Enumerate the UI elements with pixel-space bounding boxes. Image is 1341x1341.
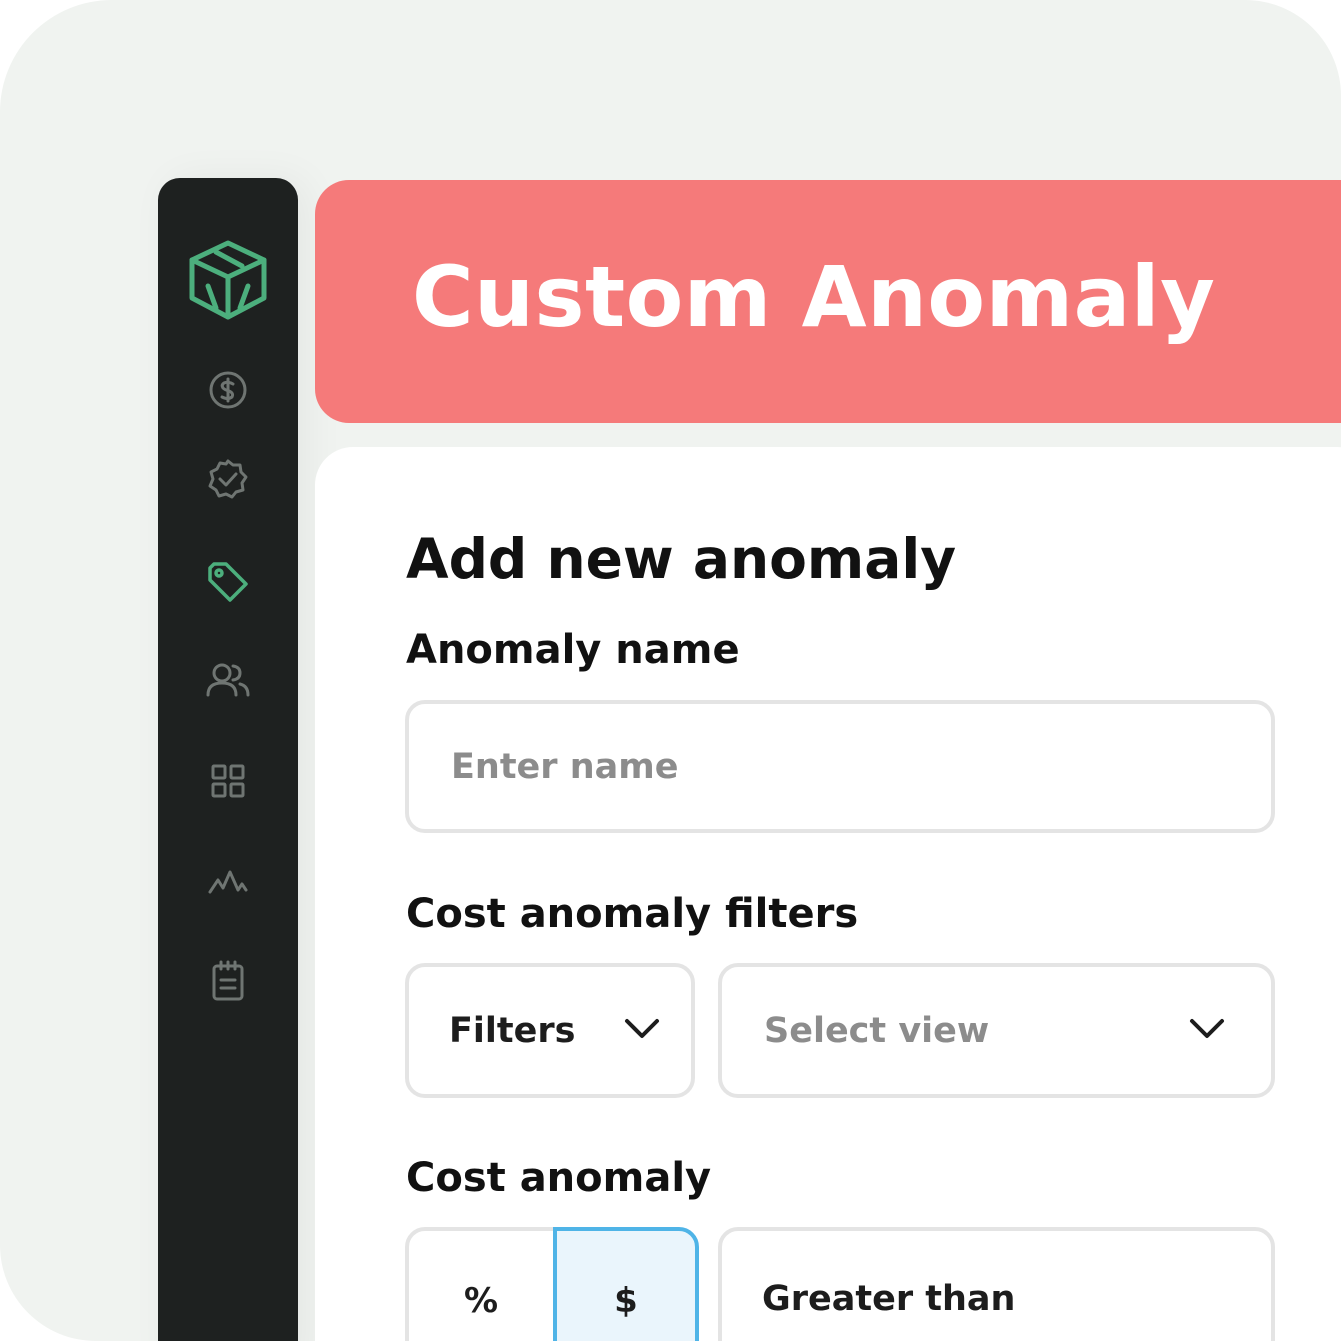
filters-dropdown[interactable]: Filters: [405, 963, 695, 1098]
anomaly-name-input[interactable]: Enter name: [405, 700, 1275, 833]
unit-dollar-button[interactable]: $: [553, 1227, 699, 1341]
cube-logo-icon[interactable]: [158, 238, 298, 322]
anomaly-name-placeholder: Enter name: [451, 746, 679, 787]
grid-icon[interactable]: [158, 764, 298, 798]
chevron-down-icon: [1190, 1018, 1224, 1038]
tag-icon[interactable]: [158, 560, 298, 604]
users-icon[interactable]: [158, 662, 298, 698]
page-title: Custom Anomaly: [412, 248, 1216, 346]
view-select-placeholder: Select view: [764, 1010, 990, 1051]
dollar-icon[interactable]: [158, 370, 298, 410]
comparison-select[interactable]: Greater than: [718, 1227, 1275, 1341]
page-banner: Custom Anomaly: [315, 180, 1341, 423]
notepad-icon[interactable]: [158, 960, 298, 1002]
sidebar: [158, 178, 298, 1341]
filters-dropdown-value: Filters: [449, 1010, 576, 1051]
comparison-value: Greater than: [762, 1279, 1016, 1319]
form-heading: Add new anomaly: [406, 527, 957, 591]
verified-badge-icon[interactable]: [158, 458, 298, 500]
anomaly-name-label: Anomaly name: [406, 627, 740, 673]
activity-icon[interactable]: [158, 868, 298, 896]
app-canvas: Custom Anomaly Add new anomaly Anomaly n…: [0, 0, 1341, 1341]
chevron-down-icon: [625, 1018, 659, 1038]
unit-percent-button[interactable]: %: [409, 1231, 553, 1341]
filters-label: Cost anomaly filters: [406, 891, 859, 937]
unit-toggle: % $: [405, 1227, 699, 1341]
view-select[interactable]: Select view: [718, 963, 1275, 1098]
anomaly-form-card: Add new anomaly Anomaly name Enter name …: [315, 447, 1341, 1341]
cost-anomaly-label: Cost anomaly: [406, 1155, 712, 1201]
